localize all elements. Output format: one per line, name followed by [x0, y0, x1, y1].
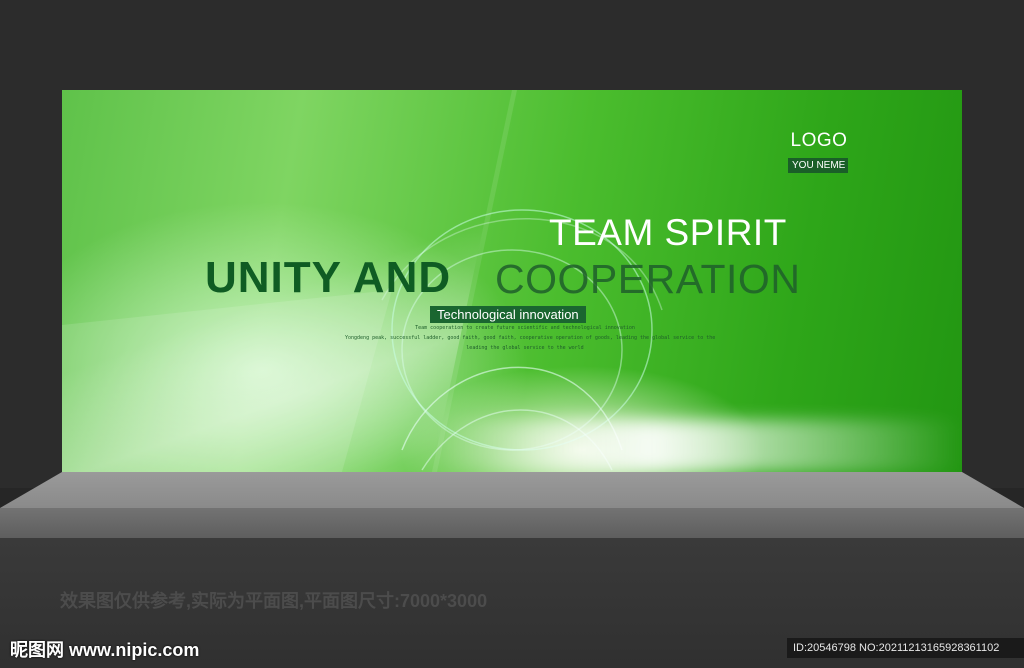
stage-platform-top: [0, 472, 1024, 508]
watermark-site[interactable]: 昵图网 www.nipic.com: [10, 636, 199, 662]
description-text: Team cooperation to create future scient…: [345, 323, 716, 353]
headline-team-spirit: TEAM SPIRIT: [549, 212, 787, 253]
description-line: Team cooperation to create future scient…: [415, 325, 635, 331]
stage-scene: LOGO YOU NEME TEAM SPIRIT UNITY AND COOP…: [0, 0, 1024, 668]
headline-unity: UNITY AND: [205, 253, 452, 302]
logo-subtitle: YOU NEME: [788, 158, 848, 173]
watermark-id: ID:20546798 NO:20211213165928361102: [787, 638, 1024, 658]
caption-text: 效果图仅供参考,实际为平面图,平面图尺寸:7000*3000: [60, 591, 488, 611]
headline-cooperation: COOPERATION: [495, 256, 801, 302]
logo-block: LOGO YOU NEME: [788, 130, 848, 173]
description-line: leading the global service to the world: [466, 345, 584, 351]
stage-platform-front: [0, 508, 1024, 538]
logo-text: LOGO: [790, 130, 848, 151]
tagline-badge: Technological innovation: [430, 306, 586, 323]
light-glow: [442, 420, 962, 472]
description-line: Yongdeng peak, successful ladder, good f…: [345, 335, 716, 341]
